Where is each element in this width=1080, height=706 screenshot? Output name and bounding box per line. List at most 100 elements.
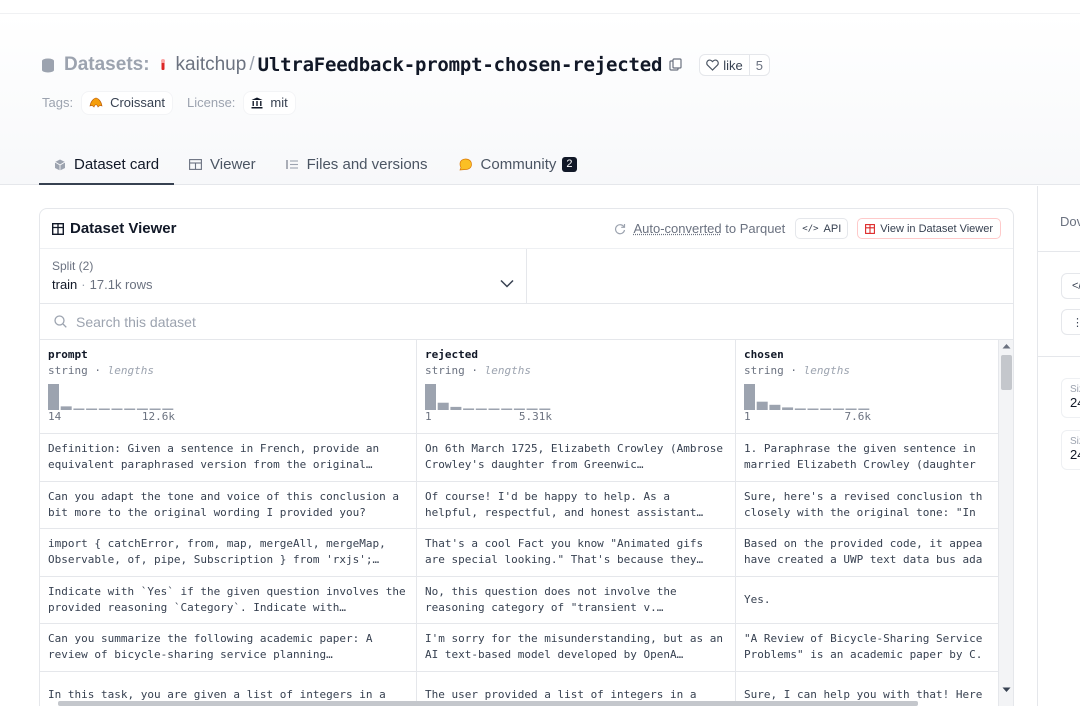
histogram-bar[interactable] [820,409,831,411]
table-cell[interactable]: Can you summarize the following academic… [40,624,416,672]
more-options-button[interactable]: ⋮ [1061,309,1080,335]
histogram-bar[interactable] [808,409,819,411]
license-mit[interactable]: mit [243,91,295,115]
histogram-bar[interactable] [73,409,84,411]
histogram-bar[interactable] [769,405,780,410]
histogram-bar[interactable] [124,409,135,411]
histogram-bar[interactable] [61,406,72,410]
histogram-bar[interactable] [527,409,538,411]
column-type: string · lengths [425,364,727,377]
viewer-actions: Auto-converted to Parquet </> API View in… [614,218,1001,239]
histogram-bar[interactable] [48,384,59,410]
cell-text: 1. Paraphrase the given sentence in marr… [744,441,990,473]
histogram-bar[interactable] [858,409,869,411]
search-input[interactable]: Search this dataset [40,304,1013,340]
vertical-scrollbar[interactable] [998,340,1014,706]
table-cell[interactable]: 1. Paraphrase the given sentence in marr… [736,434,998,482]
api-button[interactable]: </> API [795,218,848,239]
histogram-range: 1 5.31k [425,410,552,423]
license-value: mit [270,95,287,110]
horizontal-scrollbar[interactable] [40,700,1000,706]
table-cell[interactable]: Based on the provided code, it appea hav… [736,529,998,577]
tab-files-and-versions[interactable]: Files and versions [271,146,443,185]
split-row: Split (2) train · 17.1k rows [40,249,1013,304]
table-cell[interactable]: Indicate with `Yes` if the given questio… [40,577,416,625]
like-button[interactable]: like 5 [699,54,770,76]
histogram-bar[interactable] [476,409,487,411]
histogram-bar[interactable] [112,409,123,411]
table-cell[interactable]: I'm sorry for the misunderstanding, but … [417,624,735,672]
like-count[interactable]: 5 [749,55,769,75]
like-label: like [723,58,743,73]
cell-text: No, this question does not involve the r… [425,584,727,616]
cell-text: Can you adapt the tone and voice of this… [48,489,408,521]
histogram-bar[interactable] [514,409,525,411]
histogram-bar[interactable] [795,408,806,410]
table-cell[interactable]: "A Review of Bicycle-Sharing Service Pro… [736,624,998,672]
histogram-bar[interactable] [782,407,793,410]
tag-croissant[interactable]: Croissant [81,91,173,115]
tab-community[interactable]: Community 2 [443,146,592,185]
histogram-range: 14 12.6k [48,410,175,423]
range-max: 5.31k [519,410,552,423]
histogram-bar[interactable] [833,409,844,411]
histogram-bar[interactable] [162,409,173,411]
view-in-dataset-viewer-button[interactable]: View in Dataset Viewer [857,218,1001,239]
community-icon [458,158,473,171]
scrollbar-thumb[interactable] [58,701,918,706]
table-cell[interactable]: Of course! I'd be happy to help. As a he… [417,482,735,530]
histogram-bar[interactable] [846,409,857,411]
more-icon: ⋮ [1072,316,1080,329]
histogram-bar[interactable] [501,409,512,411]
histogram-bar[interactable] [86,409,97,411]
tab-label: Dataset card [74,156,159,173]
histogram-bar[interactable] [463,408,474,410]
histogram-bar[interactable] [450,407,461,410]
top-nav-edge [0,0,1080,14]
table-cell[interactable]: That's a cool Fact you know "Animated gi… [417,529,735,577]
column-header[interactable]: chosen string · lengths 1 7.6k [736,340,998,434]
size-label: Siz [1070,436,1080,447]
length-histogram[interactable] [744,384,990,410]
table-icon [189,159,202,170]
histogram-bar[interactable] [489,409,500,411]
auto-converted-link[interactable]: Auto-converted [633,221,721,236]
length-histogram[interactable] [425,384,727,410]
table-cell[interactable]: import { catchError, from, map, mergeAll… [40,529,416,577]
split-selector[interactable]: Split (2) train · 17.1k rows [40,249,527,303]
scroll-up-icon[interactable] [1002,343,1011,349]
histogram-bar[interactable] [757,402,768,410]
copy-icon[interactable] [669,58,683,72]
table-cell[interactable]: Sure, here's a revised conclusion th clo… [736,482,998,530]
datasets-label[interactable]: Datasets: [64,54,150,76]
histogram-bar[interactable] [539,409,550,411]
split-label: Split (2) [52,259,514,273]
column-stat-kind: lengths [804,364,850,377]
histogram-bar[interactable] [150,409,161,411]
length-histogram[interactable] [48,384,408,410]
histogram-bar[interactable] [425,384,436,410]
tab-viewer[interactable]: Viewer [174,146,271,185]
split-dot: · [81,277,85,292]
repo-name[interactable]: UltraFeedback-prompt-chosen-rejected [258,54,663,76]
use-in-library-button[interactable]: </ [1061,273,1080,299]
search-placeholder: Search this dataset [76,314,196,330]
table-cell[interactable]: No, this question does not involve the r… [417,577,735,625]
owner-avatar-icon [158,58,168,72]
table-icon [52,223,64,235]
histogram-bar[interactable] [438,403,449,410]
table-cell[interactable]: Definition: Given a sentence in French, … [40,434,416,482]
table-cell[interactable]: Yes. [736,577,998,625]
histogram-bar[interactable] [137,409,148,411]
table-cell[interactable]: On 6th March 1725, Elizabeth Crowley (Am… [417,434,735,482]
histogram-bar[interactable] [744,384,755,410]
owner-link[interactable]: kaitchup [176,54,247,76]
scrollbar-thumb[interactable] [1001,355,1012,390]
scroll-down-icon[interactable] [1002,687,1011,693]
column-header[interactable]: prompt string · lengths 14 12.6k [40,340,416,434]
histogram-bar[interactable] [99,409,110,411]
column-type-name: string [425,364,465,377]
column-header[interactable]: rejected string · lengths 1 5.31k [417,340,735,434]
tab-dataset-card[interactable]: Dataset card [39,146,174,185]
table-cell[interactable]: Can you adapt the tone and voice of this… [40,482,416,530]
